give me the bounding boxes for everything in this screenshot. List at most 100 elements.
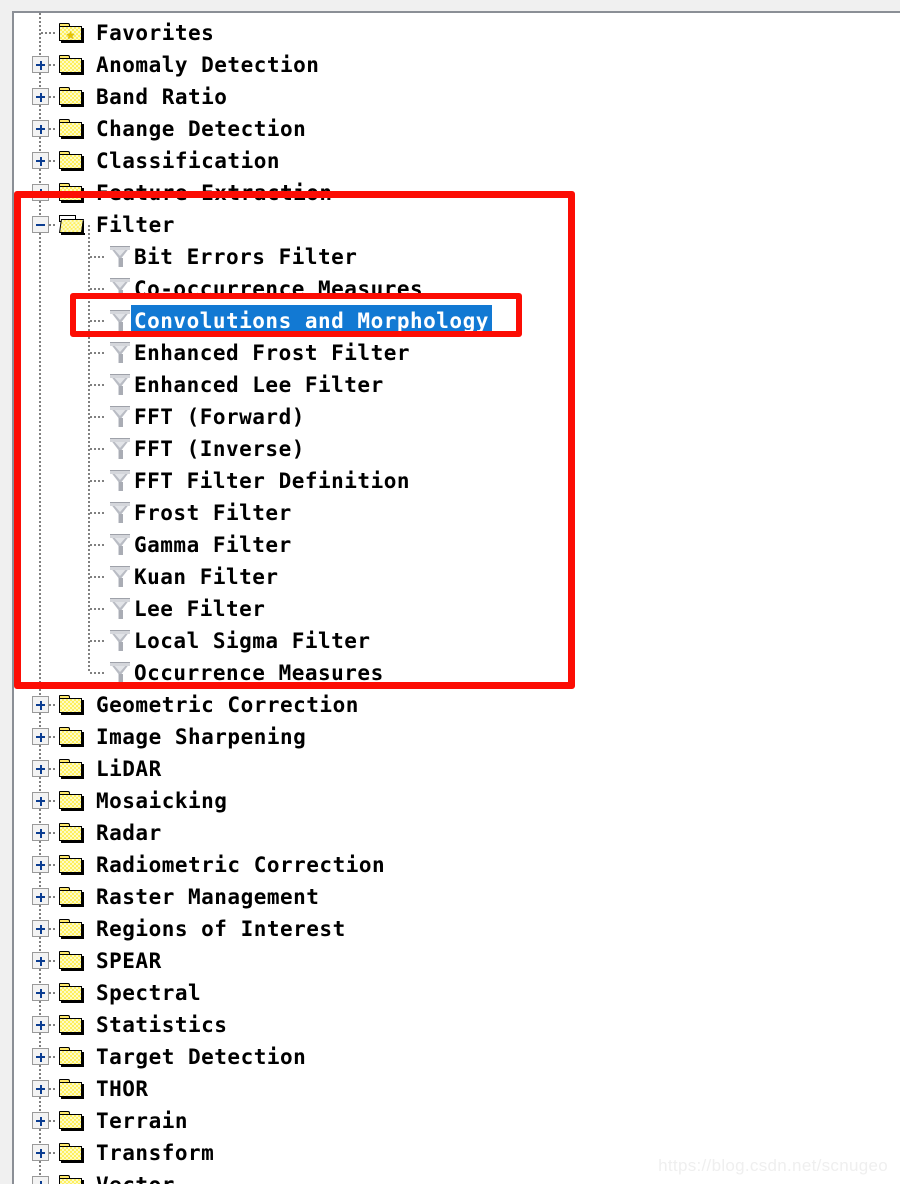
folder-icon bbox=[59, 87, 84, 107]
tree-item[interactable]: Terrain bbox=[14, 1105, 900, 1137]
funnel-icon bbox=[108, 309, 133, 333]
tree-item-label: Frost Filter bbox=[134, 501, 292, 525]
tree-item-label: Radiometric Correction bbox=[96, 853, 386, 877]
tree-item[interactable]: Band Ratio bbox=[14, 81, 900, 113]
tree-item-label: Bit Errors Filter bbox=[134, 245, 358, 269]
tree-item-label: Transform bbox=[96, 1141, 215, 1165]
tree-item-label: Target Detection bbox=[96, 1045, 307, 1069]
folder-icon bbox=[59, 151, 84, 171]
expand-node-button[interactable] bbox=[32, 152, 49, 169]
expand-node-button[interactable] bbox=[32, 856, 49, 873]
tree-item[interactable]: Gamma Filter bbox=[14, 529, 900, 561]
tree-item[interactable]: Frost Filter bbox=[14, 497, 900, 529]
expand-node-button[interactable] bbox=[32, 696, 49, 713]
toolbox-window: ★ Favorites Anomaly Detection Band Ratio Cha… bbox=[0, 0, 900, 1184]
expand-node-button[interactable] bbox=[32, 984, 49, 1001]
tree-connector bbox=[90, 672, 106, 674]
tree-item[interactable]: FFT Filter Definition bbox=[14, 465, 900, 497]
tree-item[interactable]: Statistics bbox=[14, 1009, 900, 1041]
tree-item-label: Terrain bbox=[96, 1109, 189, 1133]
tree-item[interactable]: FFT (Forward) bbox=[14, 401, 900, 433]
tree-connector bbox=[90, 512, 106, 514]
collapse-node-button[interactable] bbox=[32, 216, 49, 233]
tree-item[interactable]: Classification bbox=[14, 145, 900, 177]
folder-icon bbox=[59, 983, 84, 1003]
tree-item[interactable]: Change Detection bbox=[14, 113, 900, 145]
toolbox-tree[interactable]: ★ Favorites Anomaly Detection Band Ratio Cha… bbox=[14, 13, 900, 1184]
tree-item[interactable]: FFT (Inverse) bbox=[14, 433, 900, 465]
tree-connector bbox=[90, 320, 106, 322]
expand-node-button[interactable] bbox=[32, 1144, 49, 1161]
tree-item-label: Co-occurrence Measures bbox=[134, 277, 424, 301]
tree-item-label: Mosaicking bbox=[96, 789, 228, 813]
expand-node-button[interactable] bbox=[32, 792, 49, 809]
tree-item[interactable]: Lee Filter bbox=[14, 593, 900, 625]
tree-item[interactable]: Mosaicking bbox=[14, 785, 900, 817]
funnel-icon bbox=[108, 501, 133, 525]
tree-item[interactable]: LiDAR bbox=[14, 753, 900, 785]
expand-node-button[interactable] bbox=[32, 1080, 49, 1097]
tree-item-label: FFT (Inverse) bbox=[134, 437, 305, 461]
tree-item[interactable]: Feature Extraction bbox=[14, 177, 900, 209]
tree-connector bbox=[90, 448, 106, 450]
tree-item[interactable]: ★ Favorites bbox=[14, 17, 900, 49]
expand-node-button[interactable] bbox=[32, 1048, 49, 1065]
expand-node-button[interactable] bbox=[32, 184, 49, 201]
tree-item-selected[interactable]: Convolutions and Morphology bbox=[14, 305, 900, 337]
expand-node-button[interactable] bbox=[32, 952, 49, 969]
expand-node-button[interactable] bbox=[32, 88, 49, 105]
tree-item[interactable]: SPEAR bbox=[14, 945, 900, 977]
tree-item[interactable]: THOR bbox=[14, 1073, 900, 1105]
tree-connector bbox=[90, 416, 106, 418]
tree-item-label: Classification bbox=[96, 149, 281, 173]
tree-item-label: Spectral bbox=[96, 981, 202, 1005]
funnel-icon bbox=[108, 405, 133, 429]
folder-icon bbox=[59, 1111, 84, 1131]
expand-node-button[interactable] bbox=[32, 888, 49, 905]
expand-node-button[interactable] bbox=[32, 920, 49, 937]
tree-item-label: LiDAR bbox=[96, 757, 162, 781]
expand-node-button[interactable] bbox=[32, 728, 49, 745]
tree-item-label: Filter bbox=[96, 213, 175, 237]
expand-node-button[interactable] bbox=[32, 1016, 49, 1033]
tree-item[interactable]: Bit Errors Filter bbox=[14, 241, 900, 273]
tree-connector bbox=[90, 576, 106, 578]
tree-item[interactable]: Local Sigma Filter bbox=[14, 625, 900, 657]
tree-connector bbox=[41, 32, 57, 34]
tree-item[interactable]: Target Detection bbox=[14, 1041, 900, 1073]
tree-item-label: Enhanced Frost Filter bbox=[134, 341, 411, 365]
tree-item[interactable]: Filter bbox=[14, 209, 900, 241]
funnel-icon bbox=[108, 565, 133, 589]
tree-item[interactable]: Spectral bbox=[14, 977, 900, 1009]
tree-item[interactable]: Occurrence Measures bbox=[14, 657, 900, 689]
tree-item[interactable]: Co-occurrence Measures bbox=[14, 273, 900, 305]
tree-item[interactable]: Enhanced Frost Filter bbox=[14, 337, 900, 369]
tree-connector bbox=[90, 256, 106, 258]
expand-node-button[interactable] bbox=[32, 824, 49, 841]
expand-node-button[interactable] bbox=[32, 1112, 49, 1129]
folder-icon bbox=[59, 1047, 84, 1067]
tree-item[interactable]: Enhanced Lee Filter bbox=[14, 369, 900, 401]
tree-item[interactable]: Regions of Interest bbox=[14, 913, 900, 945]
tree-item[interactable]: Geometric Correction bbox=[14, 689, 900, 721]
expand-node-button[interactable] bbox=[32, 760, 49, 777]
tree-item[interactable]: Raster Management bbox=[14, 881, 900, 913]
tree-connector bbox=[90, 544, 106, 546]
expand-node-button[interactable] bbox=[32, 56, 49, 73]
tree-item-label: Regions of Interest bbox=[96, 917, 346, 941]
tree-item-label: SPEAR bbox=[96, 949, 162, 973]
tree-connector bbox=[90, 640, 106, 642]
folder-icon bbox=[59, 183, 84, 203]
expand-node-button[interactable] bbox=[32, 1176, 49, 1184]
tree-item[interactable]: Image Sharpening bbox=[14, 721, 900, 753]
tree-item-label: Anomaly Detection bbox=[96, 53, 320, 77]
tree-item[interactable]: Radar bbox=[14, 817, 900, 849]
tree-item-label: Occurrence Measures bbox=[134, 661, 384, 685]
tree-item[interactable]: Radiometric Correction bbox=[14, 849, 900, 881]
tree-item[interactable]: Anomaly Detection bbox=[14, 49, 900, 81]
tree-item-label: THOR bbox=[96, 1077, 149, 1101]
tree-item[interactable]: Kuan Filter bbox=[14, 561, 900, 593]
tree-item-label: Change Detection bbox=[96, 117, 307, 141]
expand-node-button[interactable] bbox=[32, 120, 49, 137]
folder-icon bbox=[59, 55, 84, 75]
